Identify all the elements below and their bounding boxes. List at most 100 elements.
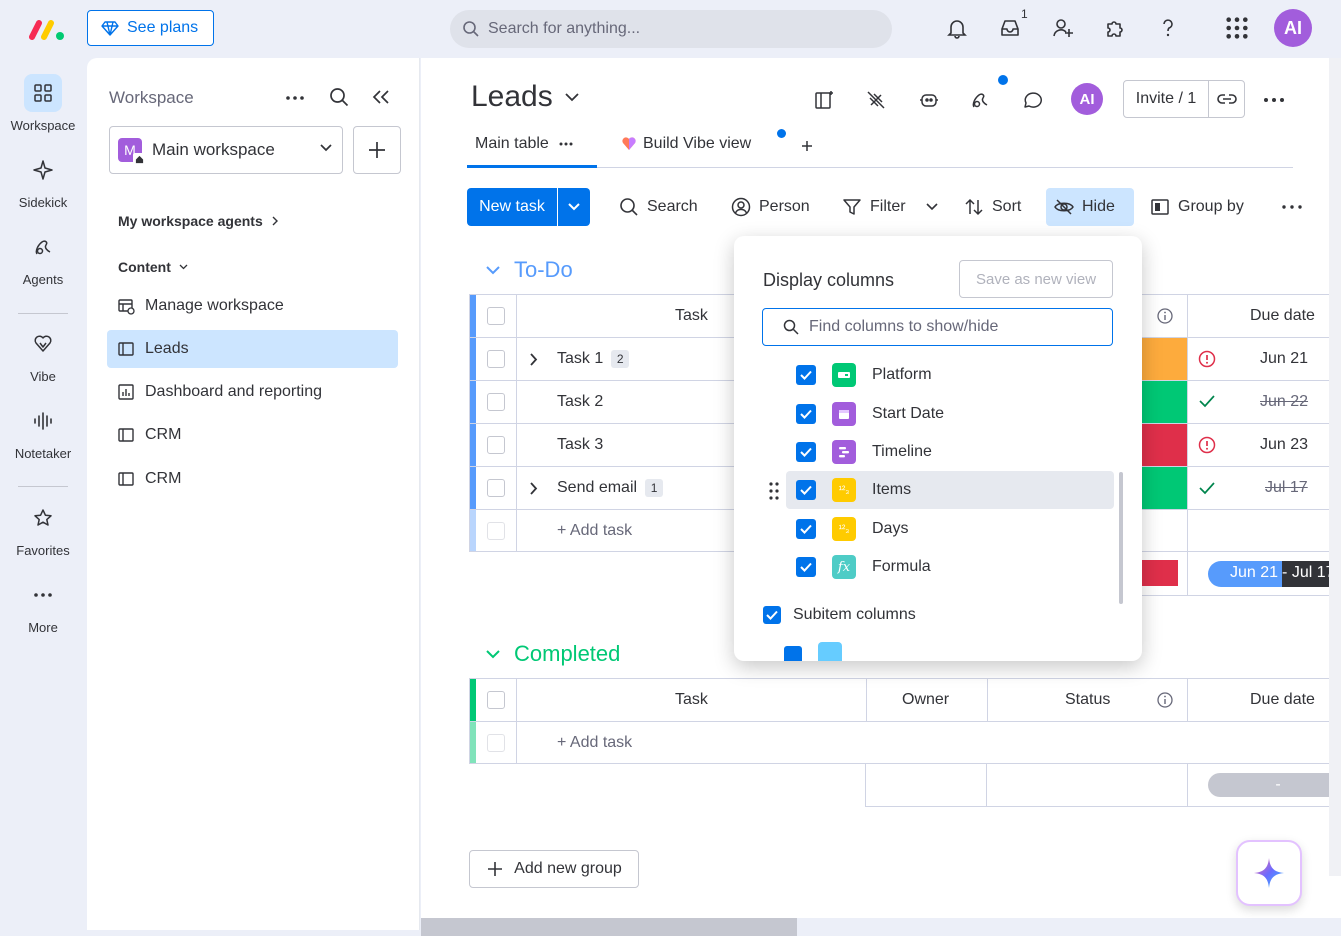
rail-item-sidekick[interactable]: Sidekick xyxy=(0,151,86,210)
info-icon[interactable] xyxy=(1157,692,1173,708)
collapse-sidebar-icon[interactable] xyxy=(372,89,390,105)
person-filter-button[interactable]: Person xyxy=(723,188,818,226)
monday-logo-icon[interactable] xyxy=(28,17,66,41)
save-as-new-view-button[interactable]: Save as new view xyxy=(959,260,1113,298)
help-icon[interactable] xyxy=(1156,16,1180,40)
task-name[interactable]: Task 3 xyxy=(557,436,603,454)
content-section-toggle[interactable]: Content xyxy=(118,259,188,275)
user-avatar[interactable]: AI xyxy=(1274,9,1312,47)
copy-link-icon[interactable] xyxy=(1208,80,1245,118)
find-columns-field[interactable] xyxy=(762,308,1113,346)
notifications-bell-icon[interactable] xyxy=(945,16,969,40)
status-cell[interactable] xyxy=(1142,338,1187,380)
toolbar-more-icon[interactable] xyxy=(1282,205,1302,209)
due-date-cell[interactable]: Jun 21 xyxy=(1260,350,1308,368)
due-date-cell[interactable]: Jul 17 xyxy=(1265,479,1308,497)
ai-assistant-button[interactable] xyxy=(1236,840,1302,906)
task-name[interactable]: Send email 1 xyxy=(557,479,664,497)
integrations-icon[interactable] xyxy=(864,88,888,112)
add-workspace-item-button[interactable] xyxy=(353,126,401,174)
status-cell[interactable] xyxy=(1142,467,1187,509)
new-task-dropdown[interactable] xyxy=(558,188,590,226)
due-date-cell[interactable]: Jun 22 xyxy=(1260,393,1308,411)
sidekick-panel-icon[interactable] xyxy=(812,88,836,112)
column-checkbox[interactable] xyxy=(784,646,802,661)
sidebar-item-crm-1[interactable]: CRM xyxy=(107,416,398,454)
group-completed-header[interactable]: Completed xyxy=(486,641,620,667)
hide-columns-button[interactable]: Hide xyxy=(1046,188,1134,226)
add-task-input[interactable]: + Add task xyxy=(557,522,632,540)
horizontal-scrollbar[interactable] xyxy=(421,918,797,936)
status-cell[interactable] xyxy=(1142,424,1187,466)
filter-dropdown-icon[interactable] xyxy=(926,203,938,211)
see-plans-button[interactable]: See plans xyxy=(87,10,214,46)
column-option-timeline[interactable]: Timeline xyxy=(786,433,1114,471)
column-option-formula[interactable]: fx Formula xyxy=(786,548,1114,586)
group-todo-header[interactable]: To-Do xyxy=(486,257,573,283)
invite-button[interactable]: Invite / 1 xyxy=(1123,80,1209,118)
tab-build-vibe-view[interactable]: Build Vibe view xyxy=(621,135,751,153)
sidebar-item-leads[interactable]: Leads xyxy=(107,330,398,368)
global-search[interactable]: Search for anything... xyxy=(450,10,892,48)
board-more-icon[interactable] xyxy=(1263,97,1285,103)
rail-item-vibe[interactable]: Vibe xyxy=(0,325,86,384)
row-checkbox[interactable] xyxy=(487,479,505,497)
task-name[interactable]: Task 2 xyxy=(557,393,603,411)
updates-chat-icon[interactable] xyxy=(1020,88,1044,112)
popup-scrollbar[interactable] xyxy=(1119,472,1123,604)
rail-item-favorites[interactable]: Favorites xyxy=(0,499,86,558)
task-name[interactable]: Task 12 xyxy=(557,350,630,368)
filter-button[interactable]: Filter xyxy=(834,188,914,226)
search-tool-button[interactable]: Search xyxy=(611,188,706,226)
add-new-group-button[interactable]: Add new group xyxy=(469,850,639,888)
timeline-summary-empty[interactable]: - xyxy=(1208,773,1341,797)
sidebar-more-icon[interactable] xyxy=(285,95,305,101)
new-task-button[interactable]: New task xyxy=(467,188,557,226)
select-all-checkbox[interactable] xyxy=(487,307,505,325)
invite-members-icon[interactable] xyxy=(1051,16,1075,40)
sidebar-item-dashboard[interactable]: Dashboard and reporting xyxy=(107,373,398,411)
select-all-checkbox[interactable] xyxy=(487,691,505,709)
expand-subitems-icon[interactable] xyxy=(530,353,538,366)
board-agents-icon[interactable] xyxy=(969,88,993,112)
column-option-days[interactable]: ¹²₃ Days xyxy=(786,510,1114,548)
column-checkbox[interactable] xyxy=(796,365,816,385)
sort-button[interactable]: Sort xyxy=(956,188,1029,226)
apps-puzzle-icon[interactable] xyxy=(1103,16,1127,40)
column-option-platform[interactable]: Platform xyxy=(786,356,1114,394)
info-icon[interactable] xyxy=(1157,308,1173,324)
column-checkbox[interactable] xyxy=(796,480,816,500)
sidebar-item-crm-2[interactable]: CRM xyxy=(107,460,398,498)
rail-item-more[interactable]: More xyxy=(0,576,86,635)
workspace-agents-link[interactable]: My workspace agents xyxy=(118,213,279,229)
add-task-row[interactable]: + Add task xyxy=(470,722,1341,763)
rail-item-agents[interactable]: Agents xyxy=(0,228,86,287)
rail-item-workspace[interactable]: Workspace xyxy=(0,74,86,133)
subitem-columns-checkbox[interactable] xyxy=(763,606,781,624)
row-checkbox[interactable] xyxy=(487,436,505,454)
column-checkbox[interactable] xyxy=(796,519,816,539)
board-member-avatar[interactable]: AI xyxy=(1071,83,1103,115)
group-by-button[interactable]: Group by xyxy=(1142,188,1252,226)
board-title[interactable]: Leads xyxy=(471,80,579,114)
tab-main-table[interactable]: Main table xyxy=(475,135,573,153)
rail-item-notetaker[interactable]: Notetaker xyxy=(0,402,86,461)
add-task-input[interactable]: + Add task xyxy=(557,734,632,752)
column-checkbox[interactable] xyxy=(796,557,816,577)
inbox-icon[interactable] xyxy=(998,16,1022,40)
sidebar-search-icon[interactable] xyxy=(329,87,349,107)
expand-subitems-icon[interactable] xyxy=(530,482,538,495)
column-checkbox[interactable] xyxy=(796,404,816,424)
vertical-scrollbar[interactable] xyxy=(1329,58,1341,876)
automations-robot-icon[interactable] xyxy=(917,88,941,112)
column-option-items[interactable]: ¹²₃ Items xyxy=(786,471,1114,509)
row-checkbox[interactable] xyxy=(487,393,505,411)
timeline-summary-pill[interactable]: Jun 21 - Jul 17 xyxy=(1208,561,1341,587)
find-columns-input[interactable] xyxy=(809,318,1089,336)
row-checkbox[interactable] xyxy=(487,350,505,368)
tab-more-icon[interactable] xyxy=(559,142,573,146)
sidebar-item-manage-workspace[interactable]: Manage workspace xyxy=(107,287,398,325)
apps-grid-icon[interactable] xyxy=(1225,16,1249,40)
column-option-start-date[interactable]: Start Date xyxy=(786,395,1114,433)
status-cell[interactable] xyxy=(1142,381,1187,423)
